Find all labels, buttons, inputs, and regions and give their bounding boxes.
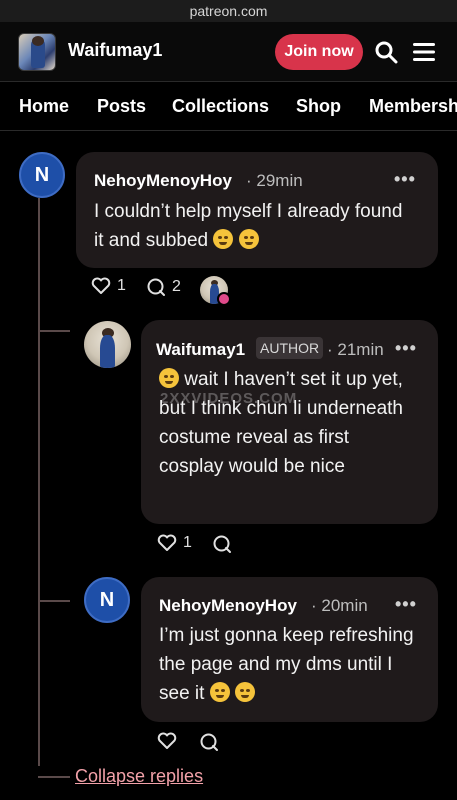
- weary-emoji-icon: [234, 682, 255, 702]
- reply-author[interactable]: NehoyMenoyHoy: [159, 596, 297, 616]
- comment-text: I couldn’t help myself I already found i…: [94, 201, 403, 251]
- flushed-emoji-icon: [238, 229, 259, 249]
- reply-menu-icon[interactable]: •••: [395, 338, 417, 359]
- like-button[interactable]: 1: [157, 534, 192, 552]
- creator-avatar[interactable]: [18, 33, 56, 71]
- like-button[interactable]: [157, 732, 177, 750]
- like-count: 1: [117, 277, 126, 294]
- join-now-button[interactable]: Join now: [275, 34, 363, 70]
- tab-membership[interactable]: Membersh: [369, 96, 457, 117]
- reply-bubble: Waifumay1 AUTHOR · 21min ••• wait I have…: [141, 320, 438, 524]
- commenter-avatar[interactable]: N: [84, 577, 130, 623]
- reply-bubble: NehoyMenoyHoy · 20min ••• I’m just gonna…: [141, 577, 438, 722]
- heart-icon: [157, 732, 177, 749]
- creator-header: Waifumay1 Join now: [0, 22, 457, 82]
- comment-menu-icon[interactable]: •••: [394, 169, 416, 190]
- url-text: patreon.com: [189, 3, 268, 19]
- reply-button[interactable]: 2: [146, 277, 181, 297]
- reply-bubble-icon: [147, 278, 165, 296]
- reply-author[interactable]: Waifumay1: [156, 340, 245, 360]
- thread-branch: [38, 600, 70, 602]
- reply-menu-icon[interactable]: •••: [395, 594, 417, 615]
- author-avatar[interactable]: [84, 321, 131, 368]
- heart-badge-icon: [217, 292, 231, 306]
- tab-posts[interactable]: Posts: [97, 96, 146, 117]
- flushed-emoji-icon: [213, 229, 234, 249]
- pleading-emoji-icon: [159, 368, 179, 388]
- creator-nav: Home Posts Collections Shop Membersh: [0, 83, 457, 131]
- collapse-replies-link[interactable]: Collapse replies: [75, 766, 203, 787]
- browser-url-bar[interactable]: patreon.com: [0, 0, 457, 22]
- reply-time: · 21min: [327, 340, 384, 359]
- reply-button[interactable]: [212, 534, 232, 554]
- like-count: 1: [183, 534, 192, 551]
- hamburger-menu-icon[interactable]: [412, 40, 436, 64]
- tab-home[interactable]: Home: [19, 96, 69, 117]
- comment-bubble: NehoyMenoyHoy · 29min ••• I couldn’t hel…: [76, 152, 438, 268]
- reply-text: wait I haven’t set it up yet, but I thin…: [159, 368, 404, 477]
- weary-emoji-icon: [209, 682, 230, 702]
- commenter-avatar[interactable]: N: [19, 152, 65, 198]
- thread-branch: [38, 776, 70, 778]
- reply-time: · 20min: [311, 596, 368, 615]
- watermark: 2XXVIDEOS.COM: [160, 390, 298, 407]
- heart-icon: [157, 534, 177, 551]
- heart-icon: [91, 277, 111, 294]
- thread-line: [38, 198, 40, 766]
- like-button[interactable]: 1: [91, 277, 126, 295]
- author-badge: AUTHOR: [256, 337, 324, 359]
- reply-bubble-icon: [213, 535, 231, 553]
- reply-bubble-icon: [200, 733, 218, 751]
- comment-author[interactable]: NehoyMenoyHoy: [94, 171, 232, 191]
- tab-collections[interactable]: Collections: [172, 96, 269, 117]
- comment-time: · 29min: [246, 171, 303, 190]
- thread-branch: [38, 330, 70, 332]
- reply-text: I’m just gonna keep refreshing the page …: [159, 625, 414, 704]
- reply-count: 2: [172, 278, 181, 295]
- search-icon[interactable]: [374, 40, 398, 64]
- reply-button[interactable]: [199, 732, 219, 752]
- tab-shop[interactable]: Shop: [296, 96, 341, 117]
- creator-name[interactable]: Waifumay1: [68, 40, 162, 61]
